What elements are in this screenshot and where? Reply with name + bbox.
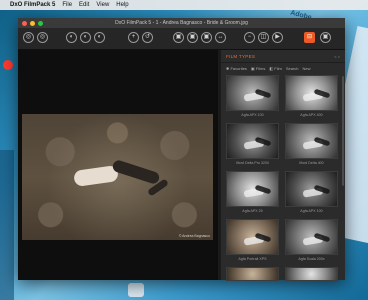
thumbnail-image — [285, 123, 338, 159]
filter-films[interactable]: ▣ Films — [251, 66, 265, 71]
thumbnail-caption: Agfa Scala 200x — [298, 257, 325, 261]
groom-figure — [111, 158, 161, 186]
filter-search[interactable]: Search — [286, 66, 299, 71]
thumbnail-caption: Agfa APX 400 — [300, 113, 323, 117]
app-window: DxO FilmPack 5 - 1 - Andrea Bagnasco - B… — [18, 18, 345, 281]
fit-view-button[interactable]: ▣ — [201, 32, 212, 43]
photo-credit: © Andrea Bagnasco — [178, 234, 210, 238]
rotate-button[interactable]: ↺ — [142, 32, 153, 43]
film-thumbnail[interactable]: Agfa APX 100 — [226, 75, 279, 117]
desktop-red-icon — [3, 60, 13, 70]
filter-film[interactable]: ◧ Film — [269, 66, 281, 71]
export-image-button[interactable]: ◎ — [37, 32, 48, 43]
flip-button[interactable]: ↔ — [215, 32, 226, 43]
thumbnail-image — [285, 171, 338, 207]
film-thumbnail[interactable]: Ilford Delta Pro 3200 — [226, 123, 279, 165]
film-rendering-button[interactable]: ⊟ — [304, 32, 315, 43]
toolbar: ◎ ◎ ◐ ◐ ◐ + ↺ ▣ ▣ ▣ ↔ − ◫ ▶ ⊟ ▣ — [18, 28, 345, 50]
panel-toggle-button[interactable]: ▣ — [320, 32, 331, 43]
panel-nav-controls[interactable]: < > — [334, 54, 340, 59]
film-thumbnail[interactable]: Agfa APX 25 — [226, 171, 279, 213]
image-viewer[interactable]: © Andrea Bagnasco — [18, 50, 218, 280]
thumbnail-image — [285, 75, 338, 111]
zoom-in-button[interactable]: + — [128, 32, 139, 43]
straighten-button[interactable]: ▣ — [187, 32, 198, 43]
thumbnail-image — [226, 123, 279, 159]
zoom-out-button[interactable]: − — [244, 32, 255, 43]
menu-file[interactable]: File — [62, 2, 72, 8]
desktop-left-strip — [0, 150, 14, 300]
filter-favorites[interactable]: ✱ Favorites — [226, 66, 247, 71]
thumbnail-caption: Ilford Delta 400 — [299, 161, 324, 165]
film-thumbnail[interactable]: Agfa Portrait XPS — [226, 219, 279, 261]
thumbnail-image — [226, 267, 279, 281]
menu-edit[interactable]: Edit — [79, 2, 89, 8]
filter-bar: ✱ Favorites ▣ Films ◧ Film Search New — [221, 63, 345, 73]
thumbnail-image — [285, 267, 338, 281]
filter-new[interactable]: New — [303, 66, 311, 71]
panel-scrollbar[interactable] — [342, 76, 344, 186]
menu-help[interactable]: Help — [116, 2, 128, 8]
menu-bar: DxO FilmPack 5 File Edit View Help — [0, 0, 368, 10]
film-types-panel: FILM TYPES < > ✱ Favorites ▣ Films ◧ Fil… — [221, 50, 345, 281]
panel-title: FILM TYPES — [226, 53, 256, 59]
thumbnail-caption: Agfa APX 100 — [241, 113, 264, 117]
film-thumbnail[interactable]: Agfa APX 100 — [285, 171, 338, 213]
thumbnail-image — [226, 75, 279, 111]
menu-view[interactable]: View — [96, 2, 109, 8]
play-button[interactable]: ▶ — [272, 32, 283, 43]
layout-button[interactable]: ◫ — [258, 32, 269, 43]
window-title: DxO FilmPack 5 - 1 - Andrea Bagnasco - B… — [115, 20, 248, 26]
thumbnail-image — [285, 219, 338, 255]
compare-view-button[interactable]: ◐ — [66, 32, 77, 43]
title-bar: DxO FilmPack 5 - 1 - Andrea Bagnasco - B… — [18, 18, 345, 28]
main-photo: © Andrea Bagnasco — [22, 114, 213, 240]
crop-button[interactable]: ▣ — [173, 32, 184, 43]
panel-header: FILM TYPES < > — [221, 50, 345, 63]
film-thumbnail[interactable]: Agfa Scala 200x — [285, 219, 338, 261]
desktop-bottom-icon — [128, 283, 144, 297]
thumbnail-caption: Agfa APX 25 — [242, 209, 263, 213]
side-by-side-button[interactable]: ◐ — [94, 32, 105, 43]
thumbnail-caption: Agfa Portrait XPS — [238, 257, 267, 261]
film-thumbnail[interactable] — [285, 267, 338, 281]
film-thumbnail[interactable]: Agfa APX 400 — [285, 75, 338, 117]
menu-app[interactable]: DxO FilmPack 5 — [10, 2, 55, 8]
thumbnail-caption: Agfa APX 100 — [300, 209, 323, 213]
thumbnail-image — [226, 171, 279, 207]
thumbnail-image — [226, 219, 279, 255]
film-thumbnail[interactable]: Ilford Delta 400 — [285, 123, 338, 165]
film-thumbnail[interactable] — [226, 267, 279, 281]
thumbnail-caption: Ilford Delta Pro 3200 — [236, 161, 269, 165]
open-image-button[interactable]: ◎ — [23, 32, 34, 43]
split-view-button[interactable]: ◐ — [80, 32, 91, 43]
